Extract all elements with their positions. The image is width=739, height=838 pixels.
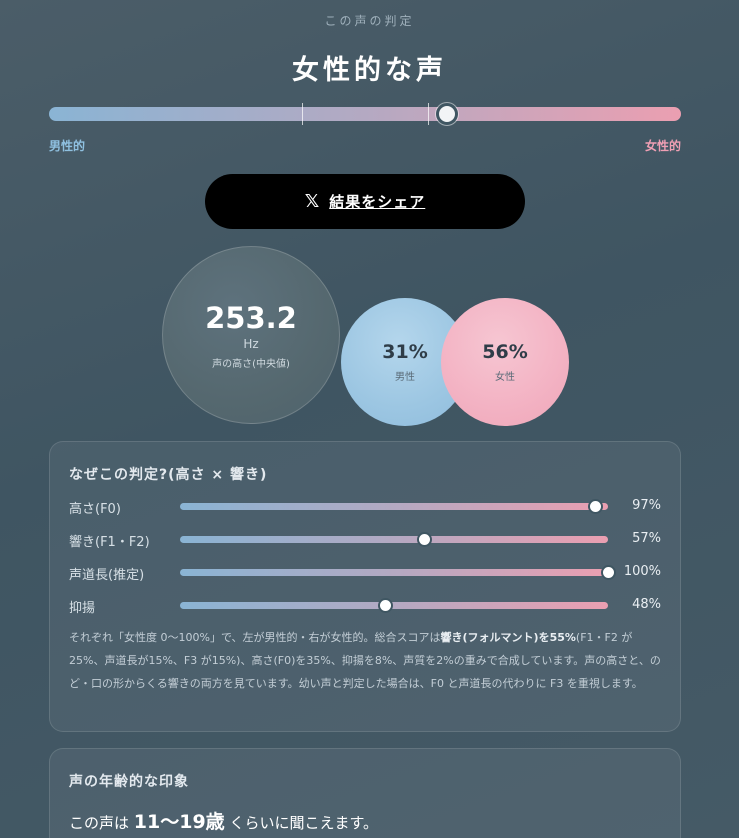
x-logo-icon: 𝕏 — [304, 191, 320, 212]
reason-card-title: なぜこの判定?(高さ × 響き) — [69, 467, 268, 483]
metric-marker — [416, 532, 432, 547]
share-button-label: 結果をシェア — [329, 193, 426, 211]
age-prefix: この声は — [69, 814, 130, 832]
male-percent-value: 31% — [382, 341, 428, 363]
female-percent-value: 56% — [482, 341, 528, 363]
female-percent-label: 女性 — [495, 372, 515, 383]
metric-label: 響き(F1・F2) — [69, 535, 150, 550]
result-eyebrow: この声の判定 — [324, 14, 415, 28]
metric-value: 57% — [632, 531, 661, 546]
metric-marker — [588, 499, 604, 514]
share-on-x-button[interactable]: 𝕏 結果をシェア — [205, 174, 525, 229]
metric-row-intonation: 抑揚 48% — [69, 595, 661, 616]
reason-explanation: それぞれ「女性度 0〜100%」で、左が男性的・右が女性的。総合スコアは響き(フ… — [69, 626, 661, 695]
age-impression-card: 声の年齢的な印象 この声は 11〜19歳 くらいに聞こえます。 — [49, 748, 681, 838]
metric-marker — [601, 565, 616, 580]
metric-row-vocal-tract: 声道長(推定) 100% — [69, 562, 661, 583]
metric-value: 100% — [623, 564, 661, 579]
verdict-title: 女性的な声 — [292, 55, 447, 86]
note-text-pre: それぞれ「女性度 0〜100%」で、左が男性的・右が女性的。総合スコアは — [69, 631, 441, 644]
pitch-caption: 声の高さ(中央値) — [212, 358, 290, 370]
metric-row-pitch: 高さ(F0) 97% — [69, 496, 661, 517]
age-range: 11〜19歳 — [133, 811, 225, 833]
gender-scale-bar — [49, 103, 681, 125]
pitch-bubble: 253.2 Hz 声の高さ(中央値) — [162, 246, 340, 424]
scale-tick — [301, 103, 303, 125]
reason-card: なぜこの判定?(高さ × 響き) 高さ(F0) 97% 響き(F1・F2) 57… — [49, 441, 681, 732]
metric-bar — [180, 499, 608, 514]
scale-female-label: 女性的 — [644, 139, 681, 153]
metric-row-resonance: 響き(F1・F2) 57% — [69, 529, 661, 550]
pitch-value: 253.2 — [205, 300, 297, 335]
metric-value: 48% — [632, 597, 661, 612]
age-statement: この声は 11〜19歳 くらいに聞こえます。 — [69, 807, 378, 834]
gender-scale-marker — [436, 103, 459, 125]
pitch-unit: Hz — [243, 336, 259, 351]
age-card-title: 声の年齢的な印象 — [69, 774, 189, 790]
age-suffix: くらいに聞こえます。 — [229, 814, 378, 832]
note-text-bold: 響き(フォルマント)を55% — [440, 631, 576, 644]
metric-value: 97% — [632, 498, 661, 513]
scale-tick — [428, 103, 430, 125]
metric-label: 高さ(F0) — [69, 502, 121, 517]
male-percent-label: 男性 — [395, 372, 415, 383]
scale-male-label: 男性的 — [49, 139, 86, 153]
metric-label: 抑揚 — [69, 601, 96, 616]
metric-label: 声道長(推定) — [69, 568, 145, 583]
metric-bar — [180, 565, 616, 580]
metric-marker — [378, 598, 394, 613]
metric-bar — [180, 598, 608, 613]
metric-bar — [180, 532, 608, 547]
female-percent-bubble: 56% 女性 — [441, 298, 569, 426]
